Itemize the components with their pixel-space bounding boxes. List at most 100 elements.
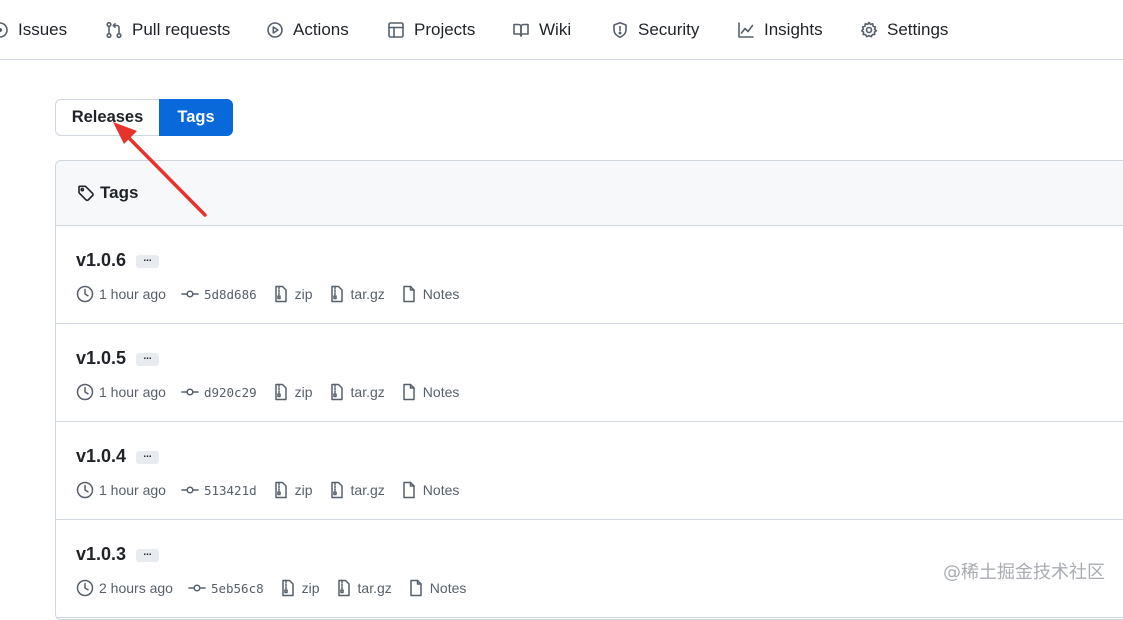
tags-box-header: Tags xyxy=(56,161,1123,226)
nav-tab-actions[interactable]: Actions xyxy=(266,0,349,60)
clock-icon xyxy=(76,579,94,597)
file-icon xyxy=(403,285,415,303)
tag-notes-link[interactable]: Notes xyxy=(400,285,460,303)
tag-targz-download[interactable]: tar.gz xyxy=(328,285,385,303)
nav-tab-pull-requests[interactable]: Pull requests xyxy=(105,0,230,60)
commit-icon xyxy=(181,290,199,298)
tag-icon xyxy=(78,185,94,202)
clock-icon xyxy=(76,383,94,401)
nav-tab-label: Security xyxy=(638,20,700,39)
pull-request-icon xyxy=(106,21,122,39)
tag-row: v1.0.6 ... 1 hour ago 5d8d686 zip tar.gz… xyxy=(56,226,1123,324)
nav-tab-issues[interactable]: Issues xyxy=(0,0,67,60)
tag-name-link[interactable]: v1.0.4 xyxy=(76,446,126,467)
nav-tab-insights[interactable]: Insights xyxy=(737,0,823,60)
nav-tab-security[interactable]: Security xyxy=(611,0,699,60)
tag-commit-sha: d920c29 xyxy=(203,384,257,400)
file-zip-icon xyxy=(281,579,294,597)
nav-tab-label: Actions xyxy=(293,20,349,39)
tag-time: 2 hours ago xyxy=(76,579,173,597)
tag-more-button[interactable]: ... xyxy=(136,352,159,366)
shield-icon xyxy=(613,22,627,38)
tag-notes-link[interactable]: Notes xyxy=(400,481,460,499)
tag-commit-link[interactable]: 5eb56c8 xyxy=(188,579,264,597)
file-icon xyxy=(410,579,422,597)
file-zip-icon xyxy=(274,383,287,401)
file-zip-icon xyxy=(330,285,343,303)
tag-notes-label: Notes xyxy=(429,580,467,596)
tag-time: 1 hour ago xyxy=(76,383,166,401)
tag-zip-download[interactable]: zip xyxy=(272,285,313,303)
tag-time-text: 1 hour ago xyxy=(99,286,166,302)
tag-name-link[interactable]: v1.0.5 xyxy=(76,348,126,369)
tag-commit-sha: 5eb56c8 xyxy=(210,580,264,596)
issue-icon xyxy=(0,22,8,38)
tag-meta: 1 hour ago d920c29 zip tar.gz Notes xyxy=(76,382,474,402)
gear-icon xyxy=(860,21,878,38)
tag-zip-download[interactable]: zip xyxy=(272,383,313,401)
tag-name-link[interactable]: v1.0.6 xyxy=(76,250,126,271)
tag-more-button[interactable]: ... xyxy=(136,450,159,464)
tag-commit-link[interactable]: 513421d xyxy=(181,481,257,499)
tag-targz-label: tar.gz xyxy=(350,482,385,498)
clock-icon xyxy=(76,481,94,499)
tag-name-link[interactable]: v1.0.3 xyxy=(76,544,126,565)
repo-nav: Issues Pull requests Actions Projects Wi… xyxy=(0,0,1123,60)
tag-zip-label: zip xyxy=(294,286,313,302)
tag-time-text: 1 hour ago xyxy=(99,482,166,498)
nav-tab-label: Pull requests xyxy=(132,20,231,39)
file-zip-icon xyxy=(274,285,287,303)
book-icon xyxy=(513,23,529,37)
tag-targz-download[interactable]: tar.gz xyxy=(335,579,392,597)
tag-notes-link[interactable]: Notes xyxy=(407,579,467,597)
tag-meta: 1 hour ago 5d8d686 zip tar.gz Notes xyxy=(76,284,474,304)
nav-tab-wiki[interactable]: Wiki xyxy=(512,0,571,60)
file-zip-icon xyxy=(330,481,343,499)
tag-meta: 2 hours ago 5eb56c8 zip tar.gz Notes xyxy=(76,578,481,598)
nav-tab-projects[interactable]: Projects xyxy=(387,0,475,60)
nav-tab-label: Issues xyxy=(18,20,68,39)
tag-row: v1.0.5 ... 1 hour ago d920c29 zip tar.gz… xyxy=(56,324,1123,422)
tag-time: 1 hour ago xyxy=(76,285,166,303)
tag-zip-download[interactable]: zip xyxy=(272,481,313,499)
tag-more-button[interactable]: ... xyxy=(136,254,159,268)
graph-icon xyxy=(738,22,754,38)
tag-zip-label: zip xyxy=(294,384,313,400)
nav-tab-label: Projects xyxy=(414,20,476,39)
tags-tab-button[interactable]: Tags xyxy=(159,99,233,136)
nav-tab-settings[interactable]: Settings xyxy=(860,0,948,60)
file-zip-icon xyxy=(337,579,350,597)
nav-tab-label: Settings xyxy=(887,20,949,39)
tag-commit-link[interactable]: d920c29 xyxy=(181,383,257,401)
tag-meta: 1 hour ago 513421d zip tar.gz Notes xyxy=(76,480,474,500)
commit-icon xyxy=(181,486,199,494)
file-icon xyxy=(403,481,415,499)
nav-tab-label: Insights xyxy=(764,20,823,39)
tag-notes-label: Notes xyxy=(422,482,460,498)
releases-tags-toggle: Releases Tags xyxy=(55,99,233,136)
tags-box: Tags v1.0.6 ... 1 hour ago 5d8d686 zip t… xyxy=(55,160,1123,620)
tag-notes-label: Notes xyxy=(422,384,460,400)
file-zip-icon xyxy=(274,481,287,499)
tag-zip-download[interactable]: zip xyxy=(279,579,320,597)
tag-zip-label: zip xyxy=(301,580,320,596)
releases-tab-button[interactable]: Releases xyxy=(55,99,159,136)
tag-targz-download[interactable]: tar.gz xyxy=(328,383,385,401)
tag-targz-label: tar.gz xyxy=(357,580,392,596)
tag-notes-label: Notes xyxy=(422,286,460,302)
nav-tab-label: Wiki xyxy=(539,20,572,39)
tag-time-text: 2 hours ago xyxy=(99,580,173,596)
tag-targz-label: tar.gz xyxy=(350,384,385,400)
tags-box-title: Tags xyxy=(100,183,139,202)
tag-time-text: 1 hour ago xyxy=(99,384,166,400)
tag-notes-link[interactable]: Notes xyxy=(400,383,460,401)
tag-zip-label: zip xyxy=(294,482,313,498)
tag-targz-download[interactable]: tar.gz xyxy=(328,481,385,499)
play-icon xyxy=(267,22,283,38)
tag-more-button[interactable]: ... xyxy=(136,548,159,562)
file-icon xyxy=(403,383,415,401)
table-icon xyxy=(388,22,404,38)
tag-commit-link[interactable]: 5d8d686 xyxy=(181,285,257,303)
commit-icon xyxy=(181,388,199,396)
commit-icon xyxy=(188,584,206,592)
